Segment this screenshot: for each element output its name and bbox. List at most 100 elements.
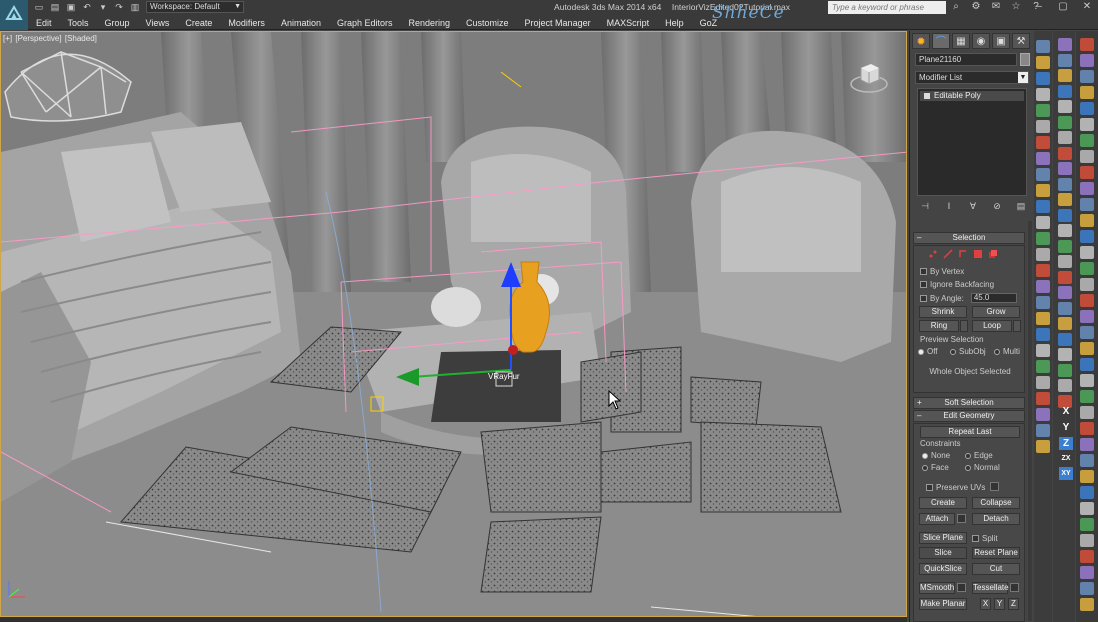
restore-icon[interactable]: ▢	[1056, 1, 1070, 13]
toolbar-tool-icon[interactable]	[1080, 310, 1094, 323]
angle-spinner[interactable]: 45.0	[970, 293, 1017, 303]
cut-button[interactable]: Cut	[972, 563, 1020, 575]
modifier-list-dropdown[interactable]: Modifier List ▼	[915, 71, 1029, 84]
toolbar-tool-icon[interactable]	[1036, 152, 1050, 165]
close-icon[interactable]: ✕	[1080, 1, 1094, 13]
toolbar-tool-icon[interactable]	[1080, 438, 1094, 451]
toolbar-tool-icon[interactable]	[1058, 224, 1072, 237]
toolbar-tool-icon[interactable]	[1080, 182, 1094, 195]
undo-icon[interactable]: ↶	[80, 2, 94, 14]
toolbar-tool-icon[interactable]	[1080, 150, 1094, 163]
toolbar-tool-icon[interactable]	[1080, 326, 1094, 339]
configure-modifier-sets-icon[interactable]: ▤	[1014, 201, 1028, 213]
toolbar-tool-icon[interactable]	[1080, 486, 1094, 499]
help-search-input[interactable]: Type a keyword or phrase	[828, 1, 946, 14]
new-file-icon[interactable]: ▭	[32, 2, 46, 14]
toolbar-tool-icon[interactable]	[1036, 136, 1050, 149]
constrain-x-button[interactable]: X	[1059, 405, 1073, 418]
toolbar-tool-icon[interactable]	[1080, 54, 1094, 67]
make-planar-y-button[interactable]: Y	[994, 598, 1005, 610]
toolbar-tool-icon[interactable]	[1058, 131, 1072, 144]
toolbar-tool-icon[interactable]	[1036, 408, 1050, 421]
ignore-backfacing-checkbox[interactable]: Ignore Backfacing	[920, 280, 994, 289]
toolbar-tool-icon[interactable]	[1058, 379, 1072, 392]
grow-button[interactable]: Grow	[972, 306, 1020, 318]
toolbar-tool-icon[interactable]	[1080, 246, 1094, 259]
toolbar-tool-icon[interactable]	[1080, 598, 1094, 611]
toolbar-tool-icon[interactable]	[1058, 162, 1072, 175]
toolbar-tool-icon[interactable]	[1080, 374, 1094, 387]
remove-modifier-icon[interactable]: ⊘	[990, 201, 1004, 213]
menu-edit[interactable]: Edit	[28, 15, 60, 29]
toolbar-tool-icon[interactable]	[1036, 312, 1050, 325]
toolbar-tool-icon[interactable]	[1036, 440, 1050, 453]
toolbar-tool-icon[interactable]	[1058, 53, 1072, 67]
vertex-icon[interactable]	[928, 249, 938, 259]
menu-tools[interactable]: Tools	[60, 15, 97, 29]
show-end-result-icon[interactable]: Ⅰ	[942, 201, 956, 213]
toolbar-tool-icon[interactable]	[1058, 332, 1072, 346]
constraint-face-radio[interactable]: Face	[922, 463, 949, 472]
toolbar-tool-icon[interactable]	[1036, 232, 1050, 245]
redo-icon[interactable]: ↷	[112, 2, 126, 14]
open-file-icon[interactable]: ▤	[48, 2, 62, 14]
toolbar-tool-icon[interactable]	[1080, 550, 1094, 563]
minimize-icon[interactable]: –	[1032, 1, 1046, 13]
menu-goz[interactable]: GoZ	[692, 15, 726, 29]
reset-plane-button[interactable]: Reset Plane	[972, 547, 1020, 559]
application-logo-button[interactable]	[0, 0, 28, 30]
toolbar-tool-icon[interactable]	[1080, 38, 1094, 51]
attach-list-button[interactable]	[957, 514, 966, 523]
polygon-icon[interactable]	[973, 249, 983, 259]
toolbar-tool-icon[interactable]	[1080, 342, 1094, 355]
search-icon[interactable]: ⌕	[950, 1, 962, 13]
create-button[interactable]: Create	[919, 497, 967, 509]
selection-rollout-header[interactable]: – Selection	[913, 232, 1025, 244]
toolbar-tool-icon[interactable]	[1080, 118, 1094, 131]
make-planar-x-button[interactable]: X	[980, 598, 991, 610]
toolbar-tool-icon[interactable]	[1036, 360, 1050, 373]
toolbar-tool-icon[interactable]	[1036, 376, 1050, 389]
constrain-z-button[interactable]: Z	[1059, 437, 1073, 450]
toolbar-tool-icon[interactable]	[1058, 363, 1072, 377]
subscription-center-icon[interactable]: ⚙	[970, 1, 982, 13]
viewcube[interactable]	[849, 58, 889, 94]
toolbar-tool-icon[interactable]	[1080, 518, 1094, 531]
toolbar-tool-icon[interactable]	[1080, 406, 1094, 419]
toolbar-tool-icon[interactable]	[1036, 40, 1050, 53]
constrain-zx-button[interactable]: ZX	[1059, 452, 1073, 465]
menu-project-manager[interactable]: Project Manager	[517, 15, 599, 29]
toolbar-tool-icon[interactable]	[1036, 120, 1050, 133]
toolbar-tool-icon[interactable]	[1058, 208, 1072, 222]
constrain-y-button[interactable]: Y	[1059, 421, 1073, 434]
toolbar-tool-icon[interactable]	[1036, 328, 1050, 341]
toolbar-tool-icon[interactable]	[1036, 56, 1050, 69]
toolbar-tool-icon[interactable]	[1058, 177, 1072, 191]
communication-center-icon[interactable]: ✉	[990, 1, 1002, 13]
toolbar-tool-icon[interactable]	[1080, 390, 1094, 403]
constraint-normal-radio[interactable]: Normal	[965, 463, 1000, 472]
toolbar-tool-icon[interactable]	[1080, 454, 1094, 467]
toolbar-tool-icon[interactable]	[1058, 100, 1072, 113]
tessellate-button[interactable]: Tessellate	[972, 582, 1009, 594]
menu-animation[interactable]: Animation	[273, 15, 329, 29]
toolbar-tool-icon[interactable]	[1036, 104, 1050, 117]
element-icon[interactable]	[988, 249, 998, 259]
attach-button[interactable]: Attach	[919, 513, 955, 525]
tab-utilities[interactable]: ⚒	[1012, 33, 1030, 49]
modifier-stack[interactable]: Editable Poly	[917, 88, 1027, 196]
toolbar-tool-icon[interactable]	[1058, 115, 1072, 129]
toolbar-tool-icon[interactable]	[1080, 566, 1094, 579]
soft-selection-rollout-header[interactable]: + Soft Selection	[913, 397, 1025, 409]
viewport-label-menu[interactable]: [+] [Perspective] [Shaded]	[3, 34, 98, 43]
constraint-none-radio[interactable]: None	[922, 451, 950, 460]
toolbar-tool-icon[interactable]	[1058, 270, 1072, 284]
split-checkbox[interactable]: Split	[972, 534, 998, 543]
slice-plane-button[interactable]: Slice Plane	[919, 532, 967, 544]
tab-motion[interactable]: ◉	[972, 33, 990, 49]
workspace-dropdown[interactable]: Workspace: Default ▼	[146, 1, 244, 13]
viewport-general-menu[interactable]: [+]	[3, 34, 12, 43]
toolbar-tool-icon[interactable]	[1036, 392, 1050, 405]
toolbar-tool-icon[interactable]	[1080, 70, 1094, 83]
ring-spinner[interactable]	[960, 320, 968, 332]
